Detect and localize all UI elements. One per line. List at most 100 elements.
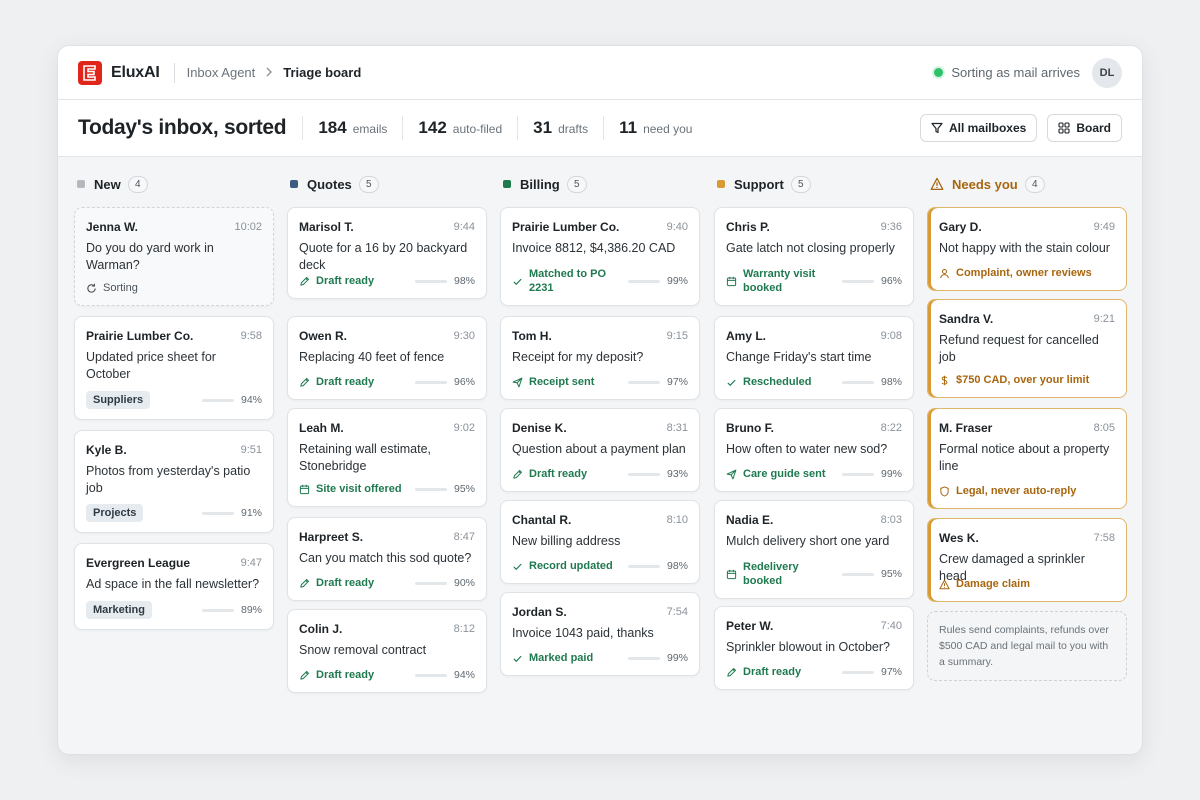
stat-need-you: 11 need you (603, 116, 707, 140)
agent-action: Matched to PO 2231 (512, 267, 622, 295)
agent-action: Damage claim (939, 577, 1030, 591)
sender-name: Harpreet S. (299, 530, 364, 544)
confidence-percent: 98% (666, 560, 688, 572)
pencil-icon (299, 377, 316, 388)
send-icon (726, 469, 743, 480)
divider (173, 62, 175, 83)
card-footer: Draft ready 94% (299, 668, 475, 682)
confidence-bar (414, 380, 447, 384)
email-card[interactable]: Gary D. 9:49 Not happy with the stain co… (927, 207, 1127, 291)
email-subject: Do you do yard work in Warman? (86, 241, 214, 272)
sender-name: Denise K. (512, 421, 567, 435)
confidence-meter: 94% (201, 394, 262, 406)
check-icon (726, 377, 743, 388)
email-card[interactable]: Prairie Lumber Co. 9:40 Invoice 8812, $4… (500, 207, 700, 306)
email-card[interactable]: Nadia E. 8:03 Mulch delivery short one y… (714, 500, 914, 599)
person-icon (939, 268, 956, 279)
email-card[interactable]: Leah M. 9:02 Retaining wall estimate, St… (287, 408, 487, 507)
confidence-bar (201, 511, 234, 515)
agent-action: Rescheduled (726, 375, 811, 389)
confidence-bar (841, 572, 874, 576)
sender-name: Kyle B. (86, 443, 127, 457)
confidence-bar (841, 380, 874, 384)
email-subject: Retaining wall estimate, Stonebridge (299, 442, 432, 473)
email-card[interactable]: Prairie Lumber Co. 9:58 Updated price sh… (74, 316, 274, 420)
confidence-meter: 97% (627, 376, 688, 388)
calendar-icon (726, 276, 743, 287)
all-mailboxes-button[interactable]: All mailboxes (919, 114, 1038, 142)
confidence-percent: 94% (240, 394, 262, 406)
agent-action: Draft ready (299, 668, 374, 682)
confidence-percent: 89% (240, 604, 262, 616)
confidence-bar (841, 472, 874, 476)
email-card[interactable]: Jenna W. 10:02 Do you do yard work in Wa… (74, 207, 274, 306)
email-card[interactable]: Evergreen League 9:47 Ad space in the fa… (74, 543, 274, 630)
sender-name: Sandra V. (939, 312, 994, 326)
received-time: 9:30 (453, 330, 475, 342)
agent-action-text: Draft ready (316, 275, 375, 287)
warning-icon (930, 177, 944, 191)
confidence-bar (627, 279, 660, 283)
stat-label: need you (643, 122, 693, 136)
received-time: 9:44 (453, 221, 475, 233)
agent-action-text: Damage claim (956, 578, 1030, 590)
received-time: 9:40 (666, 221, 688, 233)
confidence-meter: 99% (627, 652, 688, 664)
column-title: Billing (520, 176, 560, 192)
email-card[interactable]: Denise K. 8:31 Question about a payment … (500, 408, 700, 492)
sender-name: Nadia E. (726, 513, 774, 527)
card-footer: Site visit offered 95% (299, 482, 475, 496)
received-time: 8:10 (666, 514, 688, 526)
agent-action-text: Care guide sent (743, 468, 826, 480)
category-tag: Marketing (86, 601, 152, 619)
email-subject: How often to water new sod? (726, 442, 888, 456)
email-card[interactable]: Colin J. 8:12 Snow removal contract Draf… (287, 609, 487, 693)
stat-auto-filed: 142 auto-filed (402, 116, 517, 140)
sender-name: Prairie Lumber Co. (512, 220, 620, 234)
email-card[interactable]: Marisol T. 9:44 Quote for a 16 by 20 bac… (287, 207, 487, 299)
column-count-badge: 5 (566, 175, 587, 193)
pencil-icon (299, 670, 316, 681)
agent-action-text: Legal, never auto-reply (956, 485, 1077, 497)
email-card[interactable]: M. Fraser 8:05 Formal notice about a pro… (927, 408, 1127, 509)
email-subject: New billing address (512, 534, 621, 548)
top-bar: EluxAI Inbox Agent Triage board Sorting … (58, 46, 1142, 100)
rules-note: Rules send complaints, refunds over $500… (927, 611, 1127, 681)
email-subject: Replacing 40 feet of fence (299, 350, 445, 364)
status-dot-icon (934, 68, 944, 77)
avatar[interactable]: DL (1092, 57, 1122, 88)
column-color-swatch (503, 180, 511, 188)
email-card[interactable]: Chris P. 9:36 Gate latch not closing pro… (714, 207, 914, 306)
email-card[interactable]: Harpreet S. 8:47 Can you match this sod … (287, 517, 487, 601)
email-card[interactable]: Wes K. 7:58 Crew damaged a sprinkler hea… (927, 518, 1127, 602)
email-card[interactable]: Bruno F. 8:22 How often to water new sod… (714, 408, 914, 492)
email-card[interactable]: Sandra V. 9:21 Refund request for cancel… (927, 299, 1127, 398)
agent-action: Draft ready (299, 576, 374, 590)
agent-action: Redelivery booked (726, 560, 836, 588)
email-subject: Ad space in the fall newsletter? (86, 577, 260, 591)
confidence-meter: 98% (841, 376, 902, 388)
confidence-percent: 95% (880, 568, 902, 580)
email-card[interactable]: Chantal R. 8:10 New billing address Reco… (500, 500, 700, 584)
column-header: Support 5 (717, 175, 811, 193)
board-view-button[interactable]: Board (1047, 114, 1122, 142)
confidence-bar (841, 279, 874, 283)
column-count-badge: 4 (1024, 175, 1045, 193)
email-card[interactable]: Owen R. 9:30 Replacing 40 feet of fence … (287, 316, 487, 400)
confidence-meter: 98% (627, 560, 688, 572)
email-card[interactable]: Kyle B. 9:51 Photos from yesterday's pat… (74, 430, 274, 533)
email-card[interactable]: Amy L. 9:08 Change Friday's start time R… (714, 316, 914, 400)
breadcrumb-inbox-agent[interactable]: Inbox Agent (187, 65, 256, 80)
confidence-percent: 98% (880, 376, 902, 388)
email-card[interactable]: Jordan S. 7:54 Invoice 1043 paid, thanks… (500, 592, 700, 676)
confidence-meter: 97% (841, 666, 902, 678)
email-card[interactable]: Peter W. 7:40 Sprinkler blowout in Octob… (714, 606, 914, 690)
category-tag: Projects (86, 504, 144, 522)
card-footer: Receipt sent 97% (512, 375, 688, 389)
button-label: All mailboxes (948, 121, 1027, 135)
email-card[interactable]: Tom H. 9:15 Receipt for my deposit? Rece… (500, 316, 700, 400)
email-subject: Snow removal contract (299, 643, 427, 657)
email-subject: Refund request for cancelled job (939, 333, 1099, 364)
confidence-meter: 95% (414, 483, 475, 495)
check-icon (512, 653, 529, 664)
